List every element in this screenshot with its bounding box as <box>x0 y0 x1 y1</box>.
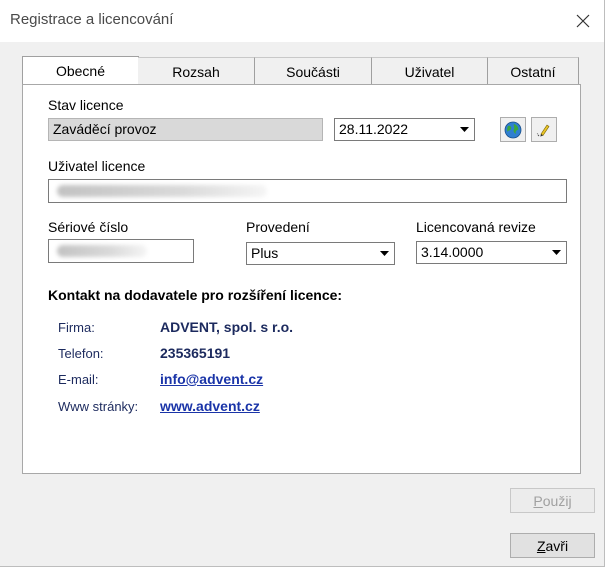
tab-other[interactable]: Ostatní <box>488 57 579 85</box>
apply-button-label: Použij <box>533 492 572 509</box>
close-button[interactable]: Zavři <box>510 533 595 558</box>
redacted-serial-number <box>57 245 147 257</box>
tab-components[interactable]: Součásti <box>255 57 372 85</box>
license-user-label: Uživatel licence <box>48 158 146 174</box>
apply-button[interactable]: Použij <box>510 488 595 513</box>
revision-select[interactable]: 3.14.0000 <box>416 241 567 264</box>
phone-value: 235365191 <box>160 345 231 361</box>
revision-dropdown-button[interactable] <box>547 243 565 262</box>
general-tab-panel <box>22 84 581 474</box>
email-link[interactable]: info@advent.cz <box>160 371 263 387</box>
revision-label: Licencovaná revize <box>416 219 536 235</box>
serial-number-label: Sériové číslo <box>48 219 129 235</box>
close-icon <box>576 14 590 28</box>
company-value: ADVENT, spol. s r.o. <box>160 319 294 335</box>
license-date-value: 28.11.2022 <box>339 121 409 137</box>
pencil-icon <box>536 124 550 137</box>
license-user-field[interactable] <box>48 179 567 203</box>
license-status-value: Zaváděcí provoz <box>53 121 157 137</box>
web-registration-button[interactable] <box>500 117 526 142</box>
tab-components-label: Součásti <box>286 63 340 80</box>
edition-dropdown-button[interactable] <box>375 244 393 263</box>
close-button-label: Zavři <box>536 537 569 554</box>
edition-select[interactable]: Plus <box>246 242 395 265</box>
company-label: Firma: <box>58 320 95 335</box>
chevron-down-icon <box>551 250 561 255</box>
revision-value: 3.14.0000 <box>421 244 484 260</box>
edition-value: Plus <box>251 245 279 261</box>
title-bar: Registrace a licencování <box>0 0 605 42</box>
tab-general[interactable]: Obecné <box>22 56 139 85</box>
license-status-label: Stav licence <box>48 97 124 113</box>
website-label: Www stránky: <box>58 399 139 414</box>
date-dropdown-button[interactable] <box>455 120 473 139</box>
close-window-button[interactable] <box>561 0 605 42</box>
globe-icon <box>504 121 522 138</box>
chevron-down-icon <box>459 127 469 132</box>
tab-strip: Obecné Rozsah Součásti Uživatel Ostatní <box>22 56 579 85</box>
website-link[interactable]: www.advent.cz <box>160 398 260 414</box>
email-label: E-mail: <box>58 372 99 387</box>
edit-license-button[interactable] <box>531 117 557 142</box>
chevron-down-icon <box>379 251 389 256</box>
tab-other-label: Ostatní <box>510 63 556 80</box>
contact-heading: Kontakt na dodavatele pro rozšíření lice… <box>48 287 343 303</box>
window-title: Registrace a licencování <box>10 11 174 28</box>
redacted-user-name <box>57 185 267 197</box>
tab-user[interactable]: Uživatel <box>372 57 488 85</box>
serial-number-field[interactable] <box>48 239 194 263</box>
phone-label: Telefon: <box>58 346 104 361</box>
tab-scope-label: Rozsah <box>172 63 220 80</box>
tab-scope[interactable]: Rozsah <box>138 57 255 85</box>
edition-label: Provedení <box>246 219 310 235</box>
tab-user-label: Uživatel <box>404 63 455 80</box>
tab-general-label: Obecné <box>55 63 106 79</box>
license-date-select[interactable]: 28.11.2022 <box>334 118 475 141</box>
license-status-field: Zaváděcí provoz <box>48 118 323 141</box>
